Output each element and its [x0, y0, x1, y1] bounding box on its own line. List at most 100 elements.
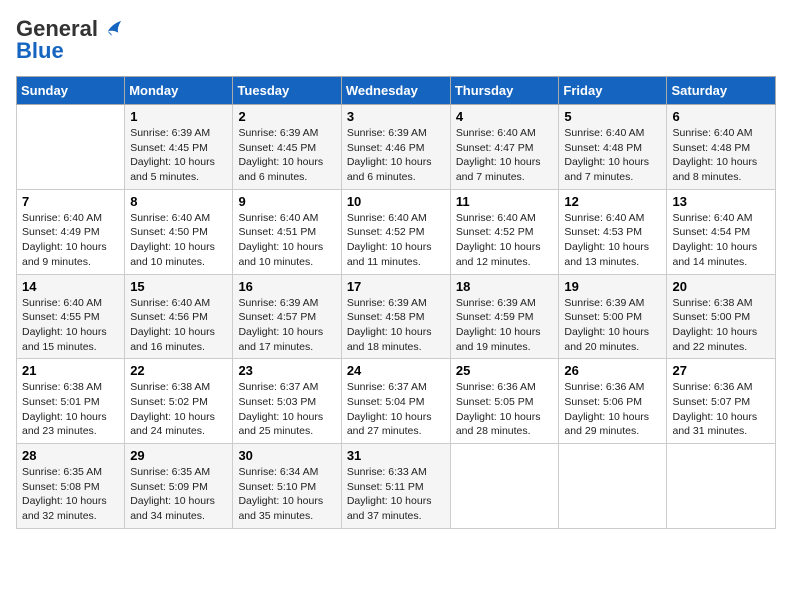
day-number: 10 — [347, 194, 445, 209]
day-info: Sunrise: 6:39 AM Sunset: 4:57 PM Dayligh… — [238, 296, 335, 355]
day-number: 19 — [564, 279, 661, 294]
calendar-cell: 10 Sunrise: 6:40 AM Sunset: 4:52 PM Dayl… — [341, 189, 450, 274]
day-info: Sunrise: 6:38 AM Sunset: 5:00 PM Dayligh… — [672, 296, 770, 355]
calendar-cell: 7 Sunrise: 6:40 AM Sunset: 4:49 PM Dayli… — [17, 189, 125, 274]
day-info: Sunrise: 6:40 AM Sunset: 4:56 PM Dayligh… — [130, 296, 227, 355]
sunrise-text: Sunrise: 6:39 AM — [564, 297, 644, 309]
day-info: Sunrise: 6:35 AM Sunset: 5:08 PM Dayligh… — [22, 465, 119, 524]
calendar-cell: 15 Sunrise: 6:40 AM Sunset: 4:56 PM Dayl… — [125, 274, 233, 359]
day-info: Sunrise: 6:39 AM Sunset: 4:46 PM Dayligh… — [347, 126, 445, 185]
sunrise-text: Sunrise: 6:39 AM — [238, 127, 318, 139]
calendar-cell: 11 Sunrise: 6:40 AM Sunset: 4:52 PM Dayl… — [450, 189, 559, 274]
sunset-text: Sunset: 4:48 PM — [672, 142, 750, 154]
sunset-text: Sunset: 5:04 PM — [347, 396, 425, 408]
day-number: 31 — [347, 448, 445, 463]
sunrise-text: Sunrise: 6:33 AM — [347, 466, 427, 478]
daylight-text: Daylight: 10 hours and 20 minutes. — [564, 326, 649, 353]
calendar-cell: 13 Sunrise: 6:40 AM Sunset: 4:54 PM Dayl… — [667, 189, 776, 274]
sunset-text: Sunset: 5:01 PM — [22, 396, 100, 408]
sunrise-text: Sunrise: 6:38 AM — [130, 381, 210, 393]
sunrise-text: Sunrise: 6:36 AM — [564, 381, 644, 393]
daylight-text: Daylight: 10 hours and 28 minutes. — [456, 411, 541, 438]
day-number: 29 — [130, 448, 227, 463]
day-number: 25 — [456, 363, 554, 378]
header-wednesday: Wednesday — [341, 77, 450, 105]
daylight-text: Daylight: 10 hours and 7 minutes. — [456, 156, 541, 183]
sunset-text: Sunset: 5:06 PM — [564, 396, 642, 408]
sunrise-text: Sunrise: 6:40 AM — [456, 212, 536, 224]
day-number: 4 — [456, 109, 554, 124]
calendar-cell: 25 Sunrise: 6:36 AM Sunset: 5:05 PM Dayl… — [450, 359, 559, 444]
day-info: Sunrise: 6:40 AM Sunset: 4:55 PM Dayligh… — [22, 296, 119, 355]
daylight-text: Daylight: 10 hours and 31 minutes. — [672, 411, 757, 438]
day-info: Sunrise: 6:36 AM Sunset: 5:07 PM Dayligh… — [672, 380, 770, 439]
calendar-week-row: 28 Sunrise: 6:35 AM Sunset: 5:08 PM Dayl… — [17, 444, 776, 529]
sunset-text: Sunset: 4:45 PM — [130, 142, 208, 154]
calendar-cell: 23 Sunrise: 6:37 AM Sunset: 5:03 PM Dayl… — [233, 359, 341, 444]
day-info: Sunrise: 6:40 AM Sunset: 4:47 PM Dayligh… — [456, 126, 554, 185]
calendar-cell: 28 Sunrise: 6:35 AM Sunset: 5:08 PM Dayl… — [17, 444, 125, 529]
day-number: 13 — [672, 194, 770, 209]
daylight-text: Daylight: 10 hours and 9 minutes. — [22, 241, 107, 268]
day-number: 18 — [456, 279, 554, 294]
day-number: 17 — [347, 279, 445, 294]
day-info: Sunrise: 6:39 AM Sunset: 4:58 PM Dayligh… — [347, 296, 445, 355]
sunrise-text: Sunrise: 6:37 AM — [347, 381, 427, 393]
sunset-text: Sunset: 4:56 PM — [130, 311, 208, 323]
calendar-cell: 5 Sunrise: 6:40 AM Sunset: 4:48 PM Dayli… — [559, 105, 667, 190]
sunset-text: Sunset: 4:46 PM — [347, 142, 425, 154]
header-saturday: Saturday — [667, 77, 776, 105]
calendar-cell: 3 Sunrise: 6:39 AM Sunset: 4:46 PM Dayli… — [341, 105, 450, 190]
day-number: 23 — [238, 363, 335, 378]
daylight-text: Daylight: 10 hours and 17 minutes. — [238, 326, 323, 353]
daylight-text: Daylight: 10 hours and 35 minutes. — [238, 495, 323, 522]
calendar-cell: 27 Sunrise: 6:36 AM Sunset: 5:07 PM Dayl… — [667, 359, 776, 444]
day-number: 28 — [22, 448, 119, 463]
sunrise-text: Sunrise: 6:40 AM — [672, 212, 752, 224]
day-number: 7 — [22, 194, 119, 209]
day-info: Sunrise: 6:40 AM Sunset: 4:52 PM Dayligh… — [456, 211, 554, 270]
daylight-text: Daylight: 10 hours and 23 minutes. — [22, 411, 107, 438]
sunrise-text: Sunrise: 6:39 AM — [347, 297, 427, 309]
daylight-text: Daylight: 10 hours and 29 minutes. — [564, 411, 649, 438]
header-monday: Monday — [125, 77, 233, 105]
day-info: Sunrise: 6:39 AM Sunset: 4:59 PM Dayligh… — [456, 296, 554, 355]
calendar-cell: 18 Sunrise: 6:39 AM Sunset: 4:59 PM Dayl… — [450, 274, 559, 359]
day-info: Sunrise: 6:38 AM Sunset: 5:01 PM Dayligh… — [22, 380, 119, 439]
sunset-text: Sunset: 4:59 PM — [456, 311, 534, 323]
daylight-text: Daylight: 10 hours and 12 minutes. — [456, 241, 541, 268]
calendar-cell: 8 Sunrise: 6:40 AM Sunset: 4:50 PM Dayli… — [125, 189, 233, 274]
day-number: 26 — [564, 363, 661, 378]
sunrise-text: Sunrise: 6:40 AM — [347, 212, 427, 224]
daylight-text: Daylight: 10 hours and 15 minutes. — [22, 326, 107, 353]
sunset-text: Sunset: 5:03 PM — [238, 396, 316, 408]
day-info: Sunrise: 6:36 AM Sunset: 5:05 PM Dayligh… — [456, 380, 554, 439]
sunset-text: Sunset: 4:58 PM — [347, 311, 425, 323]
day-info: Sunrise: 6:40 AM Sunset: 4:48 PM Dayligh… — [672, 126, 770, 185]
day-info: Sunrise: 6:33 AM Sunset: 5:11 PM Dayligh… — [347, 465, 445, 524]
sunset-text: Sunset: 5:10 PM — [238, 481, 316, 493]
calendar-cell: 14 Sunrise: 6:40 AM Sunset: 4:55 PM Dayl… — [17, 274, 125, 359]
day-number: 14 — [22, 279, 119, 294]
day-number: 5 — [564, 109, 661, 124]
day-info: Sunrise: 6:34 AM Sunset: 5:10 PM Dayligh… — [238, 465, 335, 524]
logo: General Blue — [16, 16, 124, 64]
calendar-cell: 22 Sunrise: 6:38 AM Sunset: 5:02 PM Dayl… — [125, 359, 233, 444]
day-number: 30 — [238, 448, 335, 463]
calendar-week-row: 21 Sunrise: 6:38 AM Sunset: 5:01 PM Dayl… — [17, 359, 776, 444]
daylight-text: Daylight: 10 hours and 5 minutes. — [130, 156, 215, 183]
sunrise-text: Sunrise: 6:40 AM — [456, 127, 536, 139]
day-number: 8 — [130, 194, 227, 209]
calendar-cell: 16 Sunrise: 6:39 AM Sunset: 4:57 PM Dayl… — [233, 274, 341, 359]
page-header: General Blue — [16, 16, 776, 64]
daylight-text: Daylight: 10 hours and 27 minutes. — [347, 411, 432, 438]
day-info: Sunrise: 6:40 AM Sunset: 4:52 PM Dayligh… — [347, 211, 445, 270]
calendar-cell: 9 Sunrise: 6:40 AM Sunset: 4:51 PM Dayli… — [233, 189, 341, 274]
logo-bird-icon — [102, 18, 124, 40]
sunrise-text: Sunrise: 6:37 AM — [238, 381, 318, 393]
day-number: 6 — [672, 109, 770, 124]
calendar-cell — [450, 444, 559, 529]
daylight-text: Daylight: 10 hours and 32 minutes. — [22, 495, 107, 522]
header-sunday: Sunday — [17, 77, 125, 105]
daylight-text: Daylight: 10 hours and 10 minutes. — [130, 241, 215, 268]
